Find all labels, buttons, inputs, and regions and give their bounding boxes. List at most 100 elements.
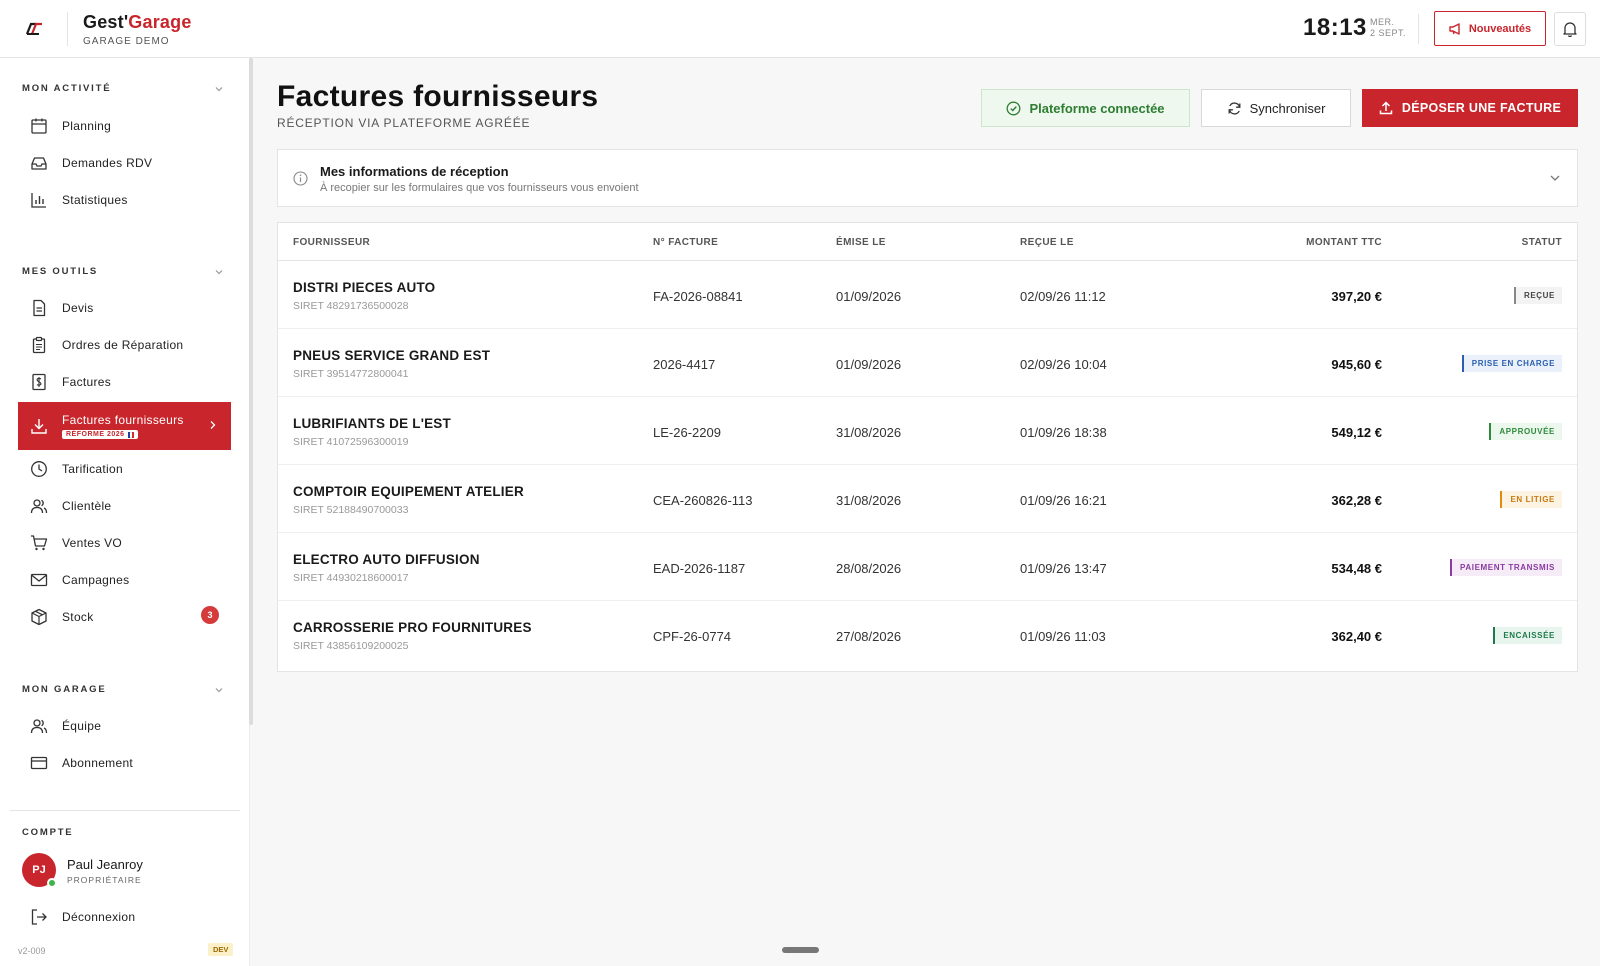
amount-ttc: 945,60 € xyxy=(1331,357,1382,372)
logout-button[interactable]: Déconnexion xyxy=(18,898,231,935)
invoice-number: LE-26-2209 xyxy=(653,425,721,440)
cart-icon xyxy=(31,534,48,550)
status-badge: REÇUE xyxy=(1513,287,1562,304)
check-circle-icon xyxy=(1006,101,1021,115)
column-header-fournisseur[interactable]: FOURNISSEUR xyxy=(293,237,370,248)
received-date: 01/09/26 16:21 xyxy=(1020,493,1107,508)
received-date: 02/09/26 11:12 xyxy=(1020,289,1106,304)
chevron-down-icon[interactable] xyxy=(1549,173,1561,183)
credit-card-icon xyxy=(30,756,48,769)
section-title-activity[interactable]: MON ACTIVITÉ xyxy=(22,83,111,94)
sidebar-item-equipe[interactable]: Équipe xyxy=(18,707,231,744)
sidebar-item-label: Campagnes xyxy=(62,572,130,587)
chevron-right-icon xyxy=(210,421,216,429)
section-title-account: COMPTE xyxy=(22,827,74,838)
inbox-icon xyxy=(31,156,47,170)
sidebar-item-label: Demandes RDV xyxy=(62,155,153,170)
sync-label: Synchroniser xyxy=(1249,100,1326,116)
sidebar-item-label: Équipe xyxy=(62,718,102,733)
received-date: 01/09/26 18:38 xyxy=(1020,425,1107,440)
sidebar-item-label: Clientèle xyxy=(62,498,112,513)
box-icon xyxy=(31,608,47,625)
clock: 18:13 xyxy=(1303,14,1367,41)
supplier-siret: SIRET 48291736500028 xyxy=(293,300,409,312)
supplier-siret: SIRET 52188490700033 xyxy=(293,504,409,516)
sync-button[interactable]: Synchroniser xyxy=(1201,89,1351,127)
status-badge: APPROUVÉE xyxy=(1489,423,1562,440)
chevron-down-icon[interactable] xyxy=(214,267,224,277)
platform-connected-button[interactable]: Plateforme connectée xyxy=(981,89,1190,127)
supplier-name: PNEUS SERVICE GRAND EST xyxy=(293,348,491,363)
received-date: 02/09/26 10:04 xyxy=(1020,357,1107,372)
page-subtitle: RÉCEPTION VIA PLATEFORME AGRÉÉE xyxy=(277,116,531,130)
user-role: PROPRIÉTAIRE xyxy=(67,875,142,885)
upload-invoice-button[interactable]: DÉPOSER UNE FACTURE xyxy=(1362,89,1578,127)
top-bar: Gest'Garage GARAGE DEMO 18:13 MER. 2 SEP… xyxy=(0,0,1600,58)
upload-icon xyxy=(1379,101,1393,115)
received-date: 01/09/26 13:47 xyxy=(1020,561,1107,576)
column-header-numero[interactable]: N° FACTURE xyxy=(653,237,718,248)
column-header-montant[interactable]: MONTANT TTC xyxy=(1306,237,1382,248)
chevron-down-icon[interactable] xyxy=(214,84,224,94)
users-icon xyxy=(30,498,48,513)
sidebar-item-demandes-rdv[interactable]: Demandes RDV xyxy=(18,144,231,181)
stock-count-badge: 3 xyxy=(201,606,219,624)
megaphone-icon xyxy=(1449,22,1460,35)
page-scroll-handle[interactable] xyxy=(782,947,819,953)
platform-connected-label: Plateforme connectée xyxy=(1029,100,1165,116)
table-row[interactable]: LUBRIFIANTS DE L'EST SIRET 4107259630001… xyxy=(278,397,1577,465)
column-header-statut[interactable]: STATUT xyxy=(1522,237,1562,248)
date-date: 2 SEPT. xyxy=(1370,28,1407,38)
table-row[interactable]: COMPTOIR EQUIPEMENT ATELIER SIRET 521884… xyxy=(278,465,1577,533)
table-row[interactable]: DISTRI PIECES AUTO SIRET 48291736500028 … xyxy=(278,261,1577,329)
amount-ttc: 362,28 € xyxy=(1331,493,1382,508)
brand-name: Gest'Garage xyxy=(83,12,192,33)
issued-date: 28/08/2026 xyxy=(836,561,902,576)
garage-logo-icon[interactable] xyxy=(22,18,46,40)
sidebar-item-label: Stock xyxy=(62,609,94,624)
section-title-garage[interactable]: MON GARAGE xyxy=(22,684,107,695)
bar-chart-icon xyxy=(31,192,46,208)
invoice-number: CEA-260826-113 xyxy=(653,493,753,508)
sidebar-item-tarification[interactable]: Tarification xyxy=(18,450,231,487)
dollar-document-icon xyxy=(32,373,46,390)
supplier-invoices-table: FOURNISSEUR N° FACTURE ÉMISE LE REÇUE LE… xyxy=(277,222,1578,672)
table-row[interactable]: PNEUS SERVICE GRAND EST SIRET 3951477280… xyxy=(278,329,1577,397)
news-button[interactable]: Nouveautés xyxy=(1434,11,1546,46)
sidebar-item-campagnes[interactable]: Campagnes xyxy=(18,561,231,598)
chevron-down-icon[interactable] xyxy=(214,685,224,695)
status-badge: PRISE EN CHARGE xyxy=(1461,355,1562,372)
sidebar-item-factures[interactable]: Factures xyxy=(18,363,231,400)
amount-ttc: 397,20 € xyxy=(1331,289,1382,304)
sidebar-item-clientele[interactable]: Clientèle xyxy=(18,487,231,524)
column-header-recue[interactable]: REÇUE LE xyxy=(1020,237,1074,248)
sidebar-item-ordres-de-reparation[interactable]: Ordres de Réparation xyxy=(18,326,231,363)
reception-info-panel[interactable]: Mes informations de réception À recopier… xyxy=(277,149,1578,207)
amount-ttc: 549,12 € xyxy=(1331,425,1382,440)
clock-icon xyxy=(31,460,47,477)
sidebar-item-abonnement[interactable]: Abonnement xyxy=(18,744,231,781)
news-label: Nouveautés xyxy=(1468,22,1532,35)
notifications-button[interactable] xyxy=(1554,12,1586,46)
user-name[interactable]: Paul Jeanroy xyxy=(67,857,143,872)
users-icon xyxy=(30,718,48,733)
sidebar-item-stock[interactable]: Stock xyxy=(18,598,231,635)
sidebar-item-label: Devis xyxy=(62,300,94,315)
sidebar-scrollbar[interactable] xyxy=(249,58,253,725)
column-header-emise[interactable]: ÉMISE LE xyxy=(836,237,886,248)
table-row[interactable]: ELECTRO AUTO DIFFUSION SIRET 44930218600… xyxy=(278,533,1577,601)
invoice-number: 2026-4417 xyxy=(653,357,716,372)
sidebar-item-ventes-vo[interactable]: Ventes VO xyxy=(18,524,231,561)
brand-name-part2: Garage xyxy=(128,12,192,32)
sidebar-item-devis[interactable]: Devis xyxy=(18,289,231,326)
sidebar-item-statistiques[interactable]: Statistiques xyxy=(18,181,231,218)
sidebar-item-factures-fournisseurs[interactable]: Factures fournisseurs RÉFORME 2026 xyxy=(18,402,231,450)
upload-label: DÉPOSER UNE FACTURE xyxy=(1401,101,1562,115)
clipboard-icon xyxy=(32,336,46,353)
table-row[interactable]: CARROSSERIE PRO FOURNITURES SIRET 438561… xyxy=(278,601,1577,669)
garage-name: GARAGE DEMO xyxy=(83,36,170,47)
section-title-tools[interactable]: MES OUTILS xyxy=(22,266,98,277)
sidebar-item-planning[interactable]: Planning xyxy=(18,107,231,144)
french-flag-icon xyxy=(127,431,134,438)
invoice-number: CPF-26-0774 xyxy=(653,629,732,644)
